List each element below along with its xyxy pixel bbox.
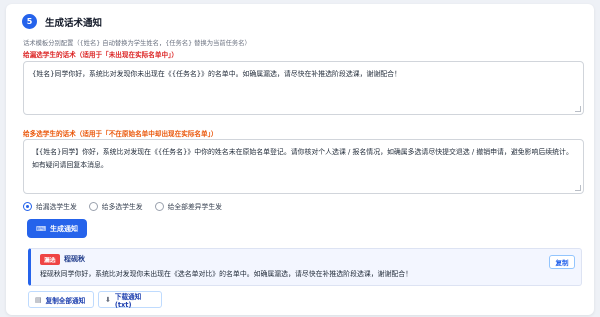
clipboard-icon: ▤ xyxy=(35,295,42,304)
student-name: 程砚秋 xyxy=(64,255,85,263)
copy-all-label: 复制全部通知 xyxy=(45,296,86,305)
download-icon: ⬇ xyxy=(105,295,111,304)
generate-notification-button[interactable]: ⌨ 生成通知 xyxy=(27,219,87,238)
download-label: 下载通知(txt) xyxy=(114,292,142,309)
missed-template-text: {姓名}同学你好，系统比对发现你未出现在《{任务名}》的名单中。如确属漏选，请尽… xyxy=(32,70,401,78)
extra-template-label: 给多选学生的话术（适用于「不在原始名单中却出现在实际名单」） xyxy=(23,130,218,138)
status-badge: 漏选 xyxy=(40,254,60,265)
radio-unchecked-icon[interactable] xyxy=(88,201,98,211)
notification-text: 程砚秋同学你好，系统比对发现你未出现在《选名单对比》的名单中。如确属漏选，请尽快… xyxy=(40,270,413,278)
radio-all-label: 给全部差异学生发 xyxy=(167,203,222,211)
missed-template-textarea[interactable]: {姓名}同学你好，系统比对发现你未出现在《{任务名}》的名单中。如确属漏选，请尽… xyxy=(23,61,584,115)
keyboard-icon: ⌨ xyxy=(35,224,47,233)
radio-all[interactable]: 给全部差异学生发 xyxy=(154,201,222,211)
notification-result-item: 漏选 程砚秋 程砚秋同学你好，系统比对发现你未出现在《选名单对比》的名单中。如确… xyxy=(28,248,582,286)
step-title: 生成话术通知 xyxy=(45,17,103,29)
resize-handle-icon[interactable] xyxy=(575,185,581,191)
radio-unchecked-icon[interactable] xyxy=(154,201,164,211)
radio-extra[interactable]: 给多选学生发 xyxy=(88,201,143,211)
copy-button[interactable]: 复制 xyxy=(549,255,575,269)
recipient-radio-group: 给漏选学生发 给多选学生发 给全部差异学生发 xyxy=(23,201,234,211)
radio-missed[interactable]: 给漏选学生发 xyxy=(23,201,77,211)
extra-template-text: 【{姓名}同学】你好，系统比对发现在《{任务名}》中你的姓名未在原始名单登记。请… xyxy=(32,148,573,169)
step-header: 5 生成话术通知 xyxy=(22,14,102,29)
generate-button-label: 生成通知 xyxy=(50,224,79,233)
extra-template-textarea[interactable]: 【{姓名}同学】你好，系统比对发现在《{任务名}》中你的姓名未在原始名单登记。请… xyxy=(23,139,584,194)
download-txt-button[interactable]: ⬇ 下载通知(txt) xyxy=(98,291,162,309)
radio-missed-label: 给漏选学生发 xyxy=(36,203,77,211)
copy-all-button[interactable]: ▤ 复制全部通知 xyxy=(28,291,94,308)
missed-template-label: 给漏选学生的话术（适用于「未出现在实际名单中」） xyxy=(23,51,178,59)
notification-card: 5 生成话术通知 话术模板分别配置（{姓名} 自动替换为学生姓名，{任务名} 替… xyxy=(6,4,594,315)
resize-handle-icon[interactable] xyxy=(575,106,581,112)
template-hint: 话术模板分别配置（{姓名} 自动替换为学生姓名，{任务名} 替换为当前任务名） xyxy=(23,40,251,47)
radio-checked-icon[interactable] xyxy=(23,201,32,211)
step-number-badge: 5 xyxy=(22,14,37,29)
radio-extra-label: 给多选学生发 xyxy=(101,203,143,211)
